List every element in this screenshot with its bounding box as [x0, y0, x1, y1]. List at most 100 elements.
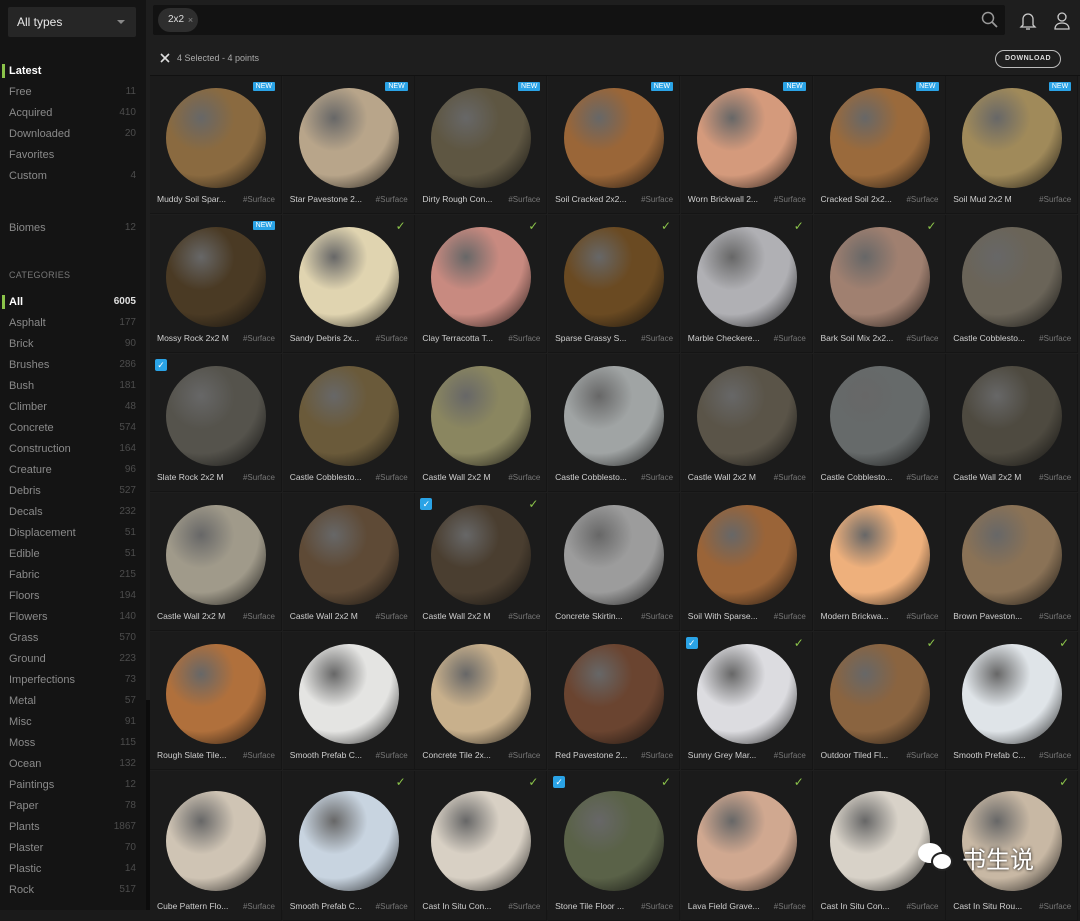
asset-tile[interactable]: Castle Wall 2x2 M #Surface — [680, 354, 813, 492]
asset-tile[interactable]: Soil Mud 2x2 M #Surface NEW — [946, 76, 1079, 214]
asset-tag[interactable]: #Surface — [243, 612, 275, 621]
asset-tag[interactable]: #Surface — [376, 334, 408, 343]
sidebar-item-fabric[interactable]: Fabric 215 — [0, 565, 146, 585]
asset-tag[interactable]: #Surface — [243, 334, 275, 343]
asset-tile[interactable]: Concrete Skirtin... #Surface — [548, 493, 681, 631]
asset-tag[interactable]: #Surface — [641, 195, 673, 204]
asset-tag[interactable]: #Surface — [774, 334, 806, 343]
sidebar-item-displacement[interactable]: Displacement 51 — [0, 523, 146, 543]
asset-tile[interactable]: Castle Wall 2x2 M #Surface ✓ ✓ — [415, 493, 548, 631]
asset-tag[interactable]: #Surface — [906, 195, 938, 204]
sidebar-item-plastic[interactable]: Plastic 14 — [0, 859, 146, 879]
asset-tag[interactable]: #Surface — [641, 473, 673, 482]
asset-tile[interactable]: Modern Brickwa... #Surface — [813, 493, 946, 631]
asset-tile[interactable]: Outdoor Tiled Fl... #Surface ✓ — [813, 632, 946, 770]
sidebar-item-edible[interactable]: Edible 51 — [0, 544, 146, 564]
sidebar-item-brushes[interactable]: Brushes 286 — [0, 355, 146, 375]
asset-tag[interactable]: #Surface — [1039, 751, 1071, 760]
asset-tag[interactable]: #Surface — [243, 473, 275, 482]
sidebar-item-favorites[interactable]: Favorites — [0, 145, 146, 165]
sidebar-item-debris[interactable]: Debris 527 — [0, 481, 146, 501]
asset-tag[interactable]: #Surface — [508, 751, 540, 760]
asset-tag[interactable]: #Surface — [641, 334, 673, 343]
search-chip[interactable]: 2x2 × — [158, 8, 199, 32]
asset-tile[interactable]: Brown Paveston... #Surface — [946, 493, 1079, 631]
asset-tile[interactable]: Star Pavestone 2... #Surface NEW — [282, 76, 415, 214]
sidebar-item-all[interactable]: All 6005 — [0, 292, 146, 312]
asset-tile[interactable]: Castle Wall 2x2 M #Surface — [150, 493, 282, 631]
asset-tag[interactable]: #Surface — [774, 612, 806, 621]
sidebar-item-flowers[interactable]: Flowers 140 — [0, 607, 146, 627]
sidebar-item-concrete[interactable]: Concrete 574 — [0, 418, 146, 438]
sidebar-item-grass[interactable]: Grass 570 — [0, 628, 146, 648]
sidebar-item-moss[interactable]: Moss 115 — [0, 733, 146, 753]
sidebar-item-paintings[interactable]: Paintings 12 — [0, 775, 146, 795]
asset-tile[interactable]: Sparse Grassy S... #Surface ✓ — [548, 215, 681, 353]
asset-tile[interactable]: Clay Terracotta T... #Surface ✓ — [415, 215, 548, 353]
sidebar-item-brick[interactable]: Brick 90 — [0, 334, 146, 354]
asset-tag[interactable]: #Surface — [376, 195, 408, 204]
asset-tile[interactable]: Smooth Prefab C... #Surface ✓ — [946, 632, 1079, 770]
asset-tag[interactable]: #Surface — [508, 195, 540, 204]
asset-tag[interactable]: #Surface — [508, 473, 540, 482]
asset-tag[interactable]: #Surface — [774, 195, 806, 204]
sidebar-item-biomes[interactable]: Biomes 12 — [0, 218, 146, 238]
asset-tag[interactable]: #Surface — [508, 334, 540, 343]
sidebar-item-free[interactable]: Free 11 — [0, 82, 146, 102]
asset-tile[interactable]: Smooth Prefab C... #Surface — [282, 632, 415, 770]
asset-tag[interactable]: #Surface — [774, 473, 806, 482]
asset-tag[interactable]: #Surface — [906, 334, 938, 343]
asset-tag[interactable]: #Surface — [1039, 334, 1071, 343]
asset-tile[interactable]: Sandy Debris 2x... #Surface ✓ — [282, 215, 415, 353]
asset-tag[interactable]: #Surface — [906, 612, 938, 621]
search-icon[interactable] — [981, 11, 999, 29]
sidebar-item-metal[interactable]: Metal 57 — [0, 691, 146, 711]
sidebar-item-downloaded[interactable]: Downloaded 20 — [0, 124, 146, 144]
asset-tile[interactable]: Rough Slate Tile... #Surface — [150, 632, 282, 770]
sidebar-item-floors[interactable]: Floors 194 — [0, 586, 146, 606]
sidebar-item-bush[interactable]: Bush 181 — [0, 376, 146, 396]
asset-tile[interactable]: Red Pavestone 2... #Surface — [548, 632, 681, 770]
sidebar-item-plants[interactable]: Plants 1867 — [0, 817, 146, 837]
asset-tile[interactable]: Marble Checkere... #Surface ✓ — [680, 215, 813, 353]
asset-tag[interactable]: #Surface — [376, 612, 408, 621]
sidebar-item-creature[interactable]: Creature 96 — [0, 460, 146, 480]
user-icon[interactable] — [1053, 11, 1071, 31]
asset-tile[interactable]: Slate Rock 2x2 M #Surface ✓ — [150, 354, 282, 492]
asset-tile[interactable]: Lava Field Grave... #Surface ✓ — [680, 771, 813, 921]
select-checkbox[interactable]: ✓ — [155, 359, 167, 371]
asset-tag[interactable]: #Surface — [641, 612, 673, 621]
type-select[interactable]: All types — [8, 7, 136, 37]
asset-tile[interactable]: Castle Wall 2x2 M #Surface — [415, 354, 548, 492]
select-checkbox[interactable]: ✓ — [685, 637, 698, 649]
asset-tag[interactable]: #Surface — [906, 751, 938, 760]
asset-tile[interactable]: Castle Wall 2x2 M #Surface — [946, 354, 1079, 492]
asset-tile[interactable]: Bark Soil Mix 2x2... #Surface ✓ — [813, 215, 946, 353]
asset-tile[interactable]: Cube Pattern Flo... #Surface — [150, 771, 282, 921]
sidebar-item-custom[interactable]: Custom 4 — [0, 166, 146, 186]
sidebar-item-ocean[interactable]: Ocean 132 — [0, 754, 146, 774]
sidebar-item-misc[interactable]: Misc 91 — [0, 712, 146, 732]
asset-tag[interactable]: #Surface — [376, 751, 408, 760]
asset-tile[interactable]: Muddy Soil Spar... #Surface NEW — [150, 76, 282, 214]
asset-tile[interactable]: Castle Cobblesto... #Surface — [813, 354, 946, 492]
asset-tag[interactable]: #Surface — [376, 473, 408, 482]
download-button[interactable]: DOWNLOAD — [995, 50, 1061, 68]
asset-tag[interactable]: #Surface — [906, 473, 938, 482]
close-icon[interactable] — [158, 51, 172, 65]
sidebar-item-ground[interactable]: Ground 223 — [0, 649, 146, 669]
search-input[interactable]: 2x2 × — [153, 5, 1005, 35]
select-checkbox[interactable]: ✓ — [420, 498, 433, 510]
asset-tile[interactable]: Dirty Rough Con... #Surface NEW — [415, 76, 548, 214]
asset-tag[interactable]: #Surface — [1039, 612, 1071, 621]
sidebar-item-acquired[interactable]: Acquired 410 — [0, 103, 146, 123]
asset-tile[interactable]: Cracked Soil 2x2... #Surface NEW — [813, 76, 946, 214]
asset-tile[interactable]: Cast In Situ Con... #Surface ✓ — [415, 771, 548, 921]
asset-tile[interactable]: Soil Cracked 2x2... #Surface NEW — [548, 76, 681, 214]
asset-tile[interactable]: Mossy Rock 2x2 M #Surface NEW — [150, 215, 282, 353]
asset-tag[interactable]: #Surface — [508, 612, 540, 621]
asset-tag[interactable]: #Surface — [243, 195, 275, 204]
asset-tile[interactable]: Concrete Tile 2x... #Surface — [415, 632, 548, 770]
asset-tile[interactable]: Castle Wall 2x2 M #Surface — [282, 493, 415, 631]
select-checkbox[interactable]: ✓ — [553, 776, 566, 788]
